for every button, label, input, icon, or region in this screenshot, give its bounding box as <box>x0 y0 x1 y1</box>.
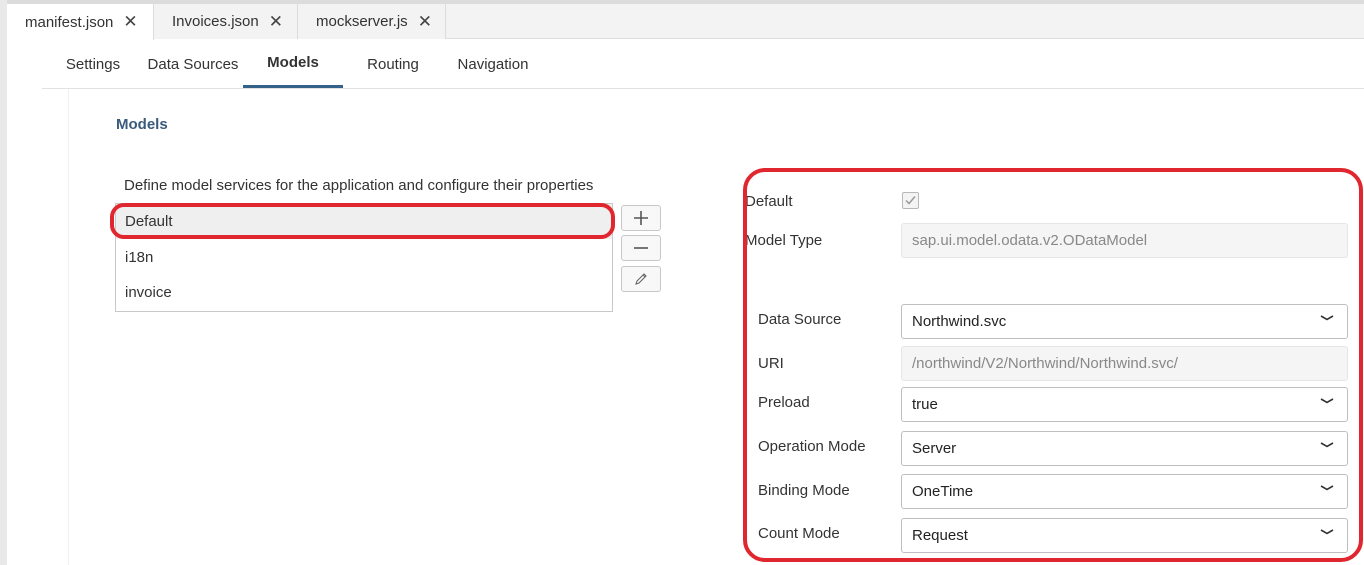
models-description: Define model services for the applicatio… <box>124 177 594 194</box>
count-mode-label: Count Mode <box>758 525 840 542</box>
model-type-label: Model Type <box>745 232 823 249</box>
edit-model-button[interactable] <box>621 266 661 292</box>
chevron-down-icon <box>1320 529 1334 535</box>
remove-model-button[interactable] <box>621 235 661 261</box>
plus-icon <box>634 211 648 225</box>
binding-mode-label: Binding Mode <box>758 482 850 499</box>
tab-settings[interactable]: Settings <box>58 40 128 88</box>
default-checkbox[interactable] <box>902 192 919 209</box>
minus-icon <box>634 247 648 249</box>
list-item-default[interactable]: Default <box>116 204 612 239</box>
file-tab-invoices[interactable]: Invoices.json ✕ <box>154 4 298 39</box>
preload-value: true <box>912 396 938 413</box>
editor-tab-bar: Settings Data Sources Models Routing Nav… <box>42 40 1364 89</box>
data-source-value: Northwind.svc <box>912 313 1007 330</box>
file-tab-label: mockserver.js <box>316 13 408 30</box>
file-tab-label: manifest.json <box>25 13 114 31</box>
add-model-button[interactable] <box>621 205 661 231</box>
list-item-invoice[interactable]: invoice <box>116 275 612 310</box>
content-divider <box>68 89 69 565</box>
preload-select[interactable]: true <box>901 387 1348 422</box>
binding-mode-select[interactable]: OneTime <box>901 474 1348 509</box>
tab-routing[interactable]: Routing <box>358 40 428 88</box>
preload-label: Preload <box>758 394 810 411</box>
operation-mode-select[interactable]: Server <box>901 431 1348 466</box>
data-source-select[interactable]: Northwind.svc <box>901 304 1348 339</box>
close-icon[interactable]: ✕ <box>123 12 149 32</box>
checkmark-icon <box>905 196 916 205</box>
file-tab-bar: manifest.json ✕ Invoices.json ✕ mockserv… <box>7 4 1364 40</box>
pencil-icon <box>635 273 647 285</box>
data-source-label: Data Source <box>758 311 842 328</box>
file-tab-mockserver[interactable]: mockserver.js ✕ <box>298 4 446 39</box>
page-title: Models <box>116 116 168 133</box>
close-icon[interactable]: ✕ <box>269 12 295 32</box>
count-mode-select[interactable]: Request <box>901 518 1348 553</box>
uri-field: /northwind/V2/Northwind/Northwind.svc/ <box>901 346 1348 381</box>
tab-data-sources[interactable]: Data Sources <box>142 40 244 88</box>
chevron-down-icon <box>1320 315 1334 321</box>
file-tab-label: Invoices.json <box>172 13 259 30</box>
chevron-down-icon <box>1320 398 1334 404</box>
binding-mode-value: OneTime <box>912 483 974 500</box>
close-icon[interactable]: ✕ <box>418 12 444 32</box>
file-tab-manifest[interactable]: manifest.json ✕ <box>7 4 154 40</box>
tab-navigation[interactable]: Navigation <box>450 40 536 88</box>
chevron-down-icon <box>1320 442 1334 448</box>
count-mode-value: Request <box>912 527 968 544</box>
list-item-i18n[interactable]: i18n <box>116 240 612 275</box>
chevron-down-icon <box>1320 485 1334 491</box>
models-list: Default i18n invoice <box>115 203 613 312</box>
left-gutter <box>0 0 7 565</box>
uri-label: URI <box>758 355 784 372</box>
model-type-field: sap.ui.model.odata.v2.ODataModel <box>901 223 1348 258</box>
operation-mode-value: Server <box>912 440 957 457</box>
default-label: Default <box>745 193 793 210</box>
tab-models[interactable]: Models <box>243 40 343 88</box>
operation-mode-label: Operation Mode <box>758 438 866 455</box>
